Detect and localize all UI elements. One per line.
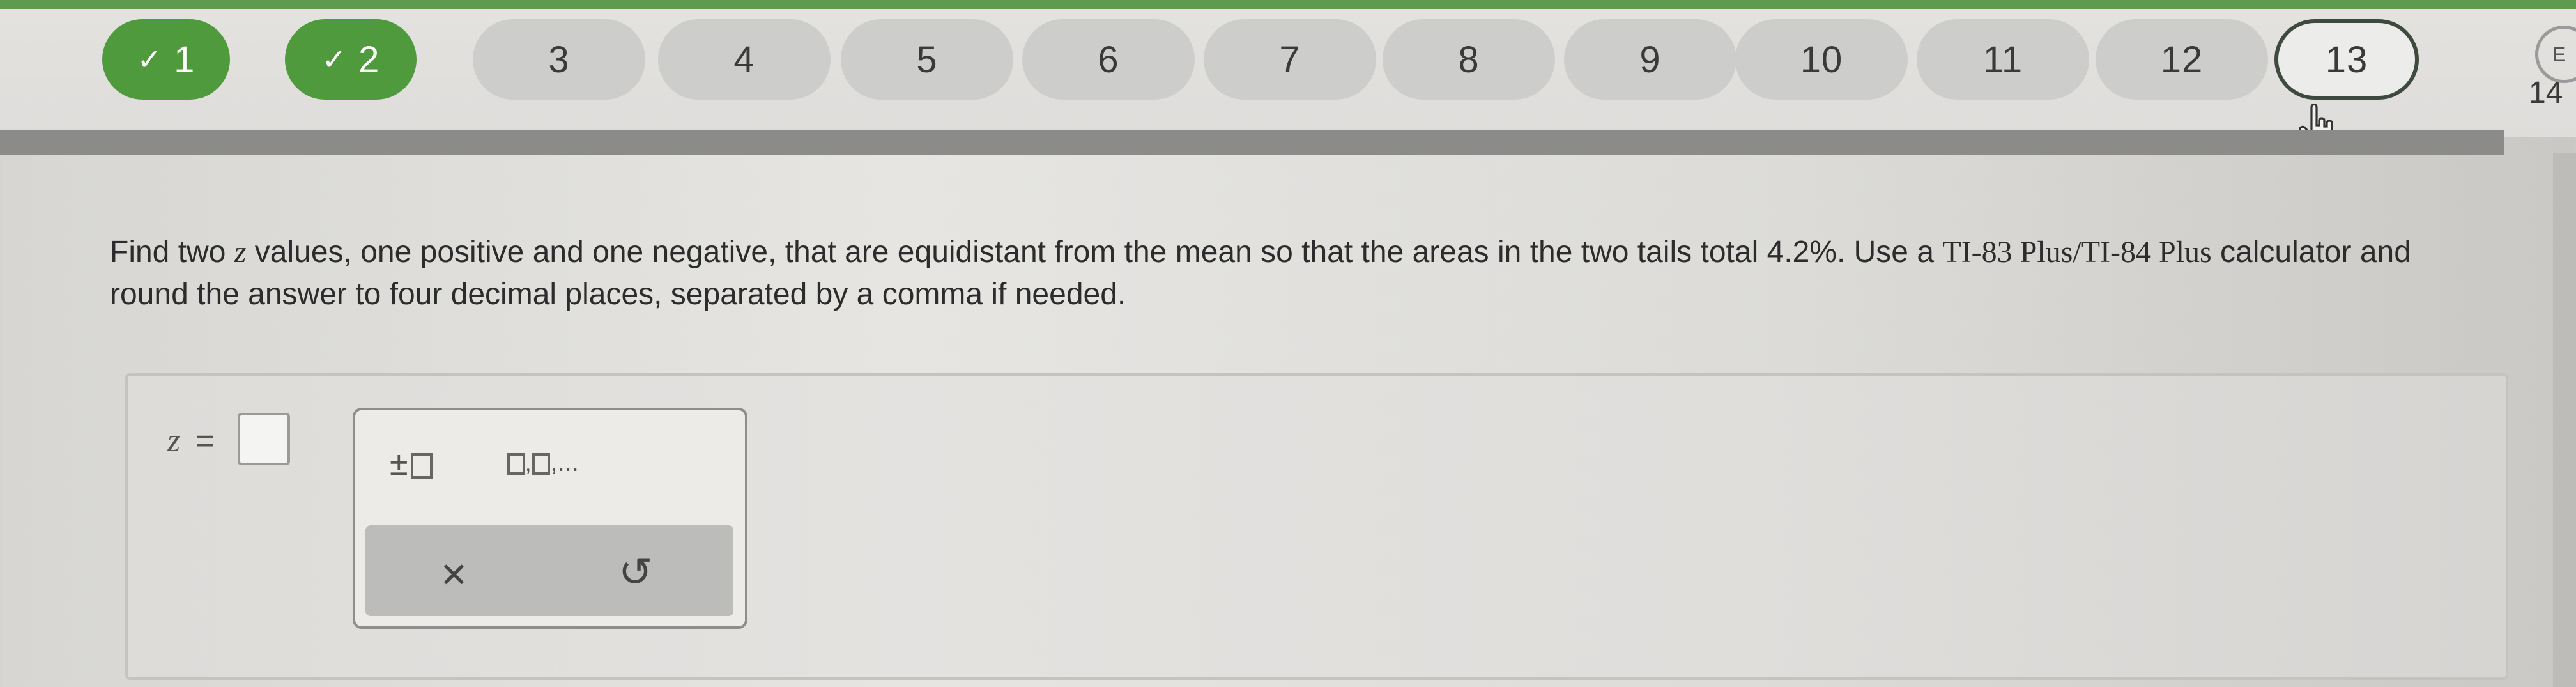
- question-12-button[interactable]: 12: [2096, 19, 2268, 100]
- plus-minus-button[interactable]: ±: [390, 445, 433, 483]
- question-10-button[interactable]: 10: [1735, 19, 1908, 100]
- question-text: Find two z values, one positive and one …: [110, 235, 2411, 311]
- question-9-button[interactable]: 9: [1564, 19, 1736, 100]
- question-8-button[interactable]: 8: [1383, 19, 1555, 100]
- list-button[interactable]: ,,...: [506, 449, 579, 477]
- question-1-button[interactable]: ✓ 1: [102, 19, 230, 100]
- question-number-label: 4: [733, 38, 755, 81]
- question-number-label: 8: [1458, 38, 1480, 81]
- question-4-button[interactable]: 4: [658, 19, 831, 100]
- question-number-label: 9: [1639, 38, 1661, 81]
- question-3-button[interactable]: 3: [473, 19, 645, 100]
- question-7-button[interactable]: 7: [1204, 19, 1376, 100]
- question-number-label: 11: [1982, 38, 2023, 81]
- question-13-button[interactable]: 13: [2274, 19, 2419, 100]
- header-divider-bar: [0, 130, 2504, 155]
- question-number-label: 10: [1800, 38, 1843, 81]
- z-variable: z: [234, 235, 247, 269]
- top-strip: [0, 0, 2576, 9]
- question-number-label: 12: [2160, 38, 2204, 81]
- question-number-label: 2: [358, 38, 380, 81]
- question-6-button[interactable]: 6: [1022, 19, 1195, 100]
- clear-icon[interactable]: ×: [441, 548, 467, 599]
- calculator-model: TI-83 Plus/TI-84 Plus: [1942, 235, 2212, 269]
- question-number-label: 1: [174, 38, 195, 81]
- question-number-label: 3: [548, 38, 570, 81]
- question-number-label: 13: [2325, 38, 2368, 81]
- question-number-label: 7: [1279, 38, 1301, 81]
- check-icon: ✓: [321, 43, 348, 76]
- question-2-button[interactable]: ✓ 2: [285, 19, 417, 100]
- answer-input[interactable]: [238, 413, 290, 465]
- answer-variable-label: z: [167, 422, 181, 459]
- question-5-button[interactable]: 5: [841, 19, 1013, 100]
- question-11-button[interactable]: 11: [1917, 19, 2089, 100]
- palette-action-row: [365, 525, 733, 616]
- answer-equals: =: [195, 422, 215, 459]
- undo-icon[interactable]: ↺: [618, 548, 653, 596]
- check-icon: ✓: [137, 43, 163, 76]
- question-number-label: 5: [916, 38, 938, 81]
- right-edge-panel: [2553, 153, 2576, 687]
- question-number-label: 6: [1098, 38, 1119, 81]
